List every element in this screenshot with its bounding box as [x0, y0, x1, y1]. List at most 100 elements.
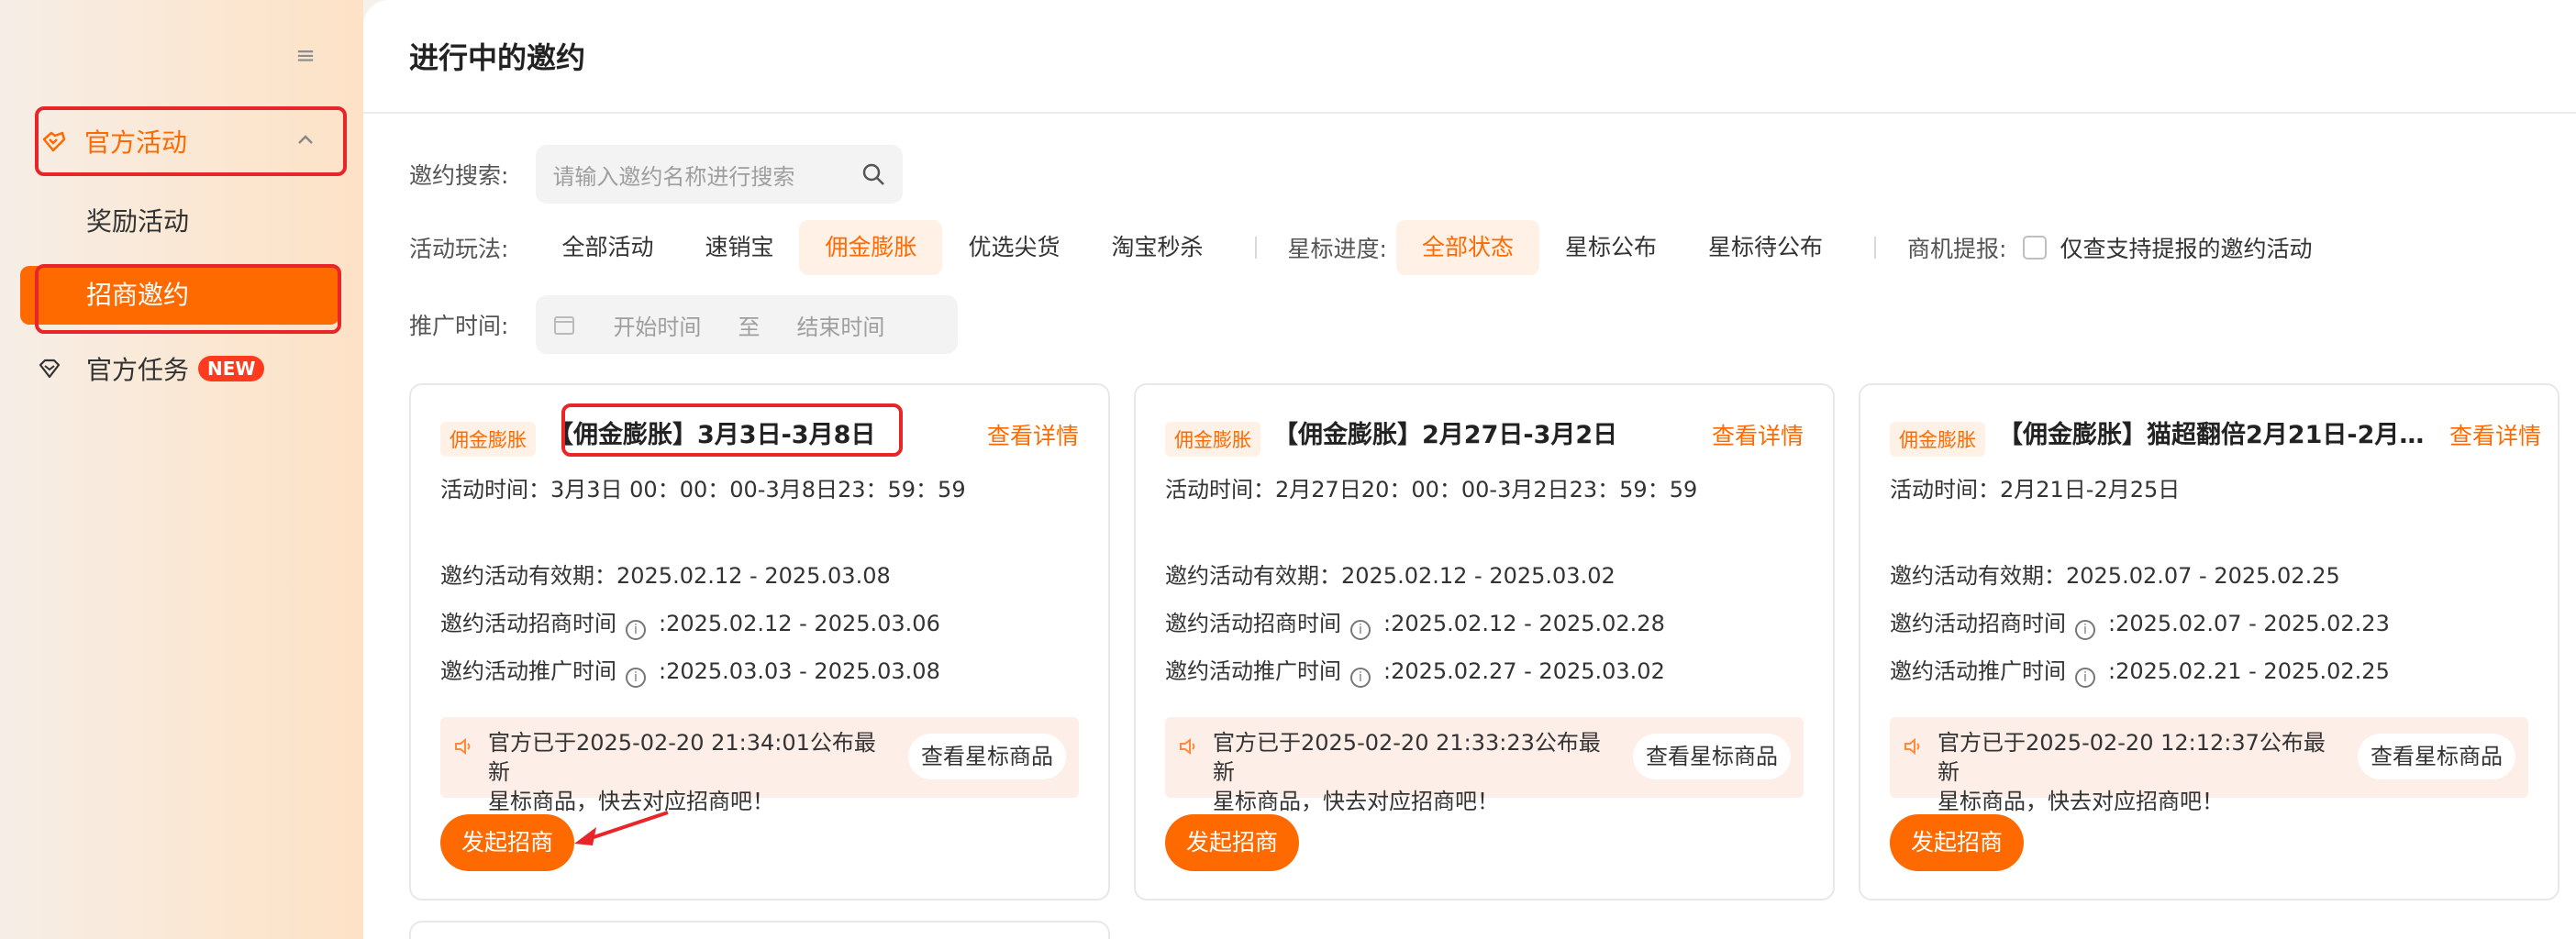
speaker-icon — [1904, 737, 1920, 756]
info-icon[interactable]: i — [626, 668, 646, 688]
recruit-value: 2025.02.12 - 2025.03.06 — [666, 611, 940, 636]
menu-collapse-icon[interactable]: ≡ — [292, 42, 319, 70]
valid-label: 邀约活动有效期： — [1165, 563, 1341, 589]
recruit-value: 2025.02.07 - 2025.02.23 — [2115, 611, 2390, 636]
valid-value: 2025.02.07 - 2025.02.25 — [2066, 563, 2340, 589]
star-notice: 官方已于2025-02-20 21:34:01公布最新 星标商品，快去对应招商吧… — [440, 717, 1079, 814]
recruit-label: 邀约活动招商时间 — [440, 611, 616, 636]
notice-text: 官方已于2025-02-20 12:12:37公布最新 星标商品，快去对应招商吧… — [1938, 728, 2332, 816]
activity-time: 活动时间：2月21日-2月25日 — [1890, 477, 2181, 503]
notice-line-1: 官方已于2025-02-20 21:34:01公布最新 — [488, 730, 876, 785]
promo-value: 2025.02.21 - 2025.02.25 — [2115, 658, 2390, 684]
view-details-link[interactable]: 查看详情 — [2449, 418, 2541, 451]
info-icon[interactable]: i — [626, 620, 646, 640]
chip-mode-commission[interactable]: 佣金膨胀 — [799, 220, 943, 275]
recruit-label: 邀约活动招商时间 — [1165, 611, 1341, 636]
valid-value: 2025.02.12 - 2025.03.02 — [1341, 563, 1616, 589]
divider — [1874, 237, 1876, 259]
date-range-picker[interactable]: 开始时间 至 结束时间 — [536, 295, 959, 354]
invitation-card: 佣金膨胀 【佣金膨胀】3月3日-3月8日 查看详情 活动时间：3月3日 00：0… — [409, 383, 1110, 900]
mode-label: 活动玩法: — [409, 236, 509, 262]
info-icon[interactable]: i — [1350, 668, 1371, 688]
notice-line-2: 星标商品，快去对应招商吧！ — [488, 789, 774, 814]
sidebar-item-label: 官方任务 — [86, 355, 190, 385]
calendar-icon — [554, 316, 575, 335]
info-icon[interactable]: i — [1350, 620, 1371, 640]
start-date-input[interactable]: 开始时间 — [613, 309, 701, 341]
biz-checkbox-label[interactable]: 仅查支持提报的邀约活动 — [2060, 231, 2312, 264]
recruit-label: 邀约活动招商时间 — [1890, 611, 2066, 636]
star-notice: 官方已于2025-02-20 21:33:23公布最新 星标商品，快去对应招商吧… — [1165, 717, 1804, 814]
notice-line-2: 星标商品，快去对应招商吧！ — [1213, 789, 1499, 814]
annotation-arrow — [574, 811, 669, 845]
recruit-period: 邀约活动招商时间 i:2025.02.12 - 2025.02.28 — [1165, 605, 1665, 640]
notice-text: 官方已于2025-02-20 21:34:01公布最新 星标商品，快去对应招商吧… — [488, 728, 883, 816]
invitation-card-partial — [409, 921, 1110, 939]
chip-star-pending[interactable]: 星标待公布 — [1682, 220, 1849, 275]
recruit-value: 2025.02.12 - 2025.02.28 — [1391, 611, 1665, 636]
filter-row-mode: 活动玩法: 全部活动 速销宝 佣金膨胀 优选尖货 淘宝秒杀 星标进度: 全部状态… — [409, 218, 2312, 277]
view-star-products-button[interactable]: 查看星标商品 — [908, 734, 1066, 779]
card-tag: 佣金膨胀 — [440, 422, 536, 457]
valid-value: 2025.02.12 - 2025.03.08 — [616, 563, 891, 589]
chip-star-published[interactable]: 星标公布 — [1539, 220, 1682, 275]
chip-mode-premium[interactable]: 优选尖货 — [942, 220, 1085, 275]
search-icon[interactable] — [861, 161, 886, 187]
speaker-icon — [455, 737, 471, 756]
sidebar-item-recruit-invitation[interactable]: 招商邀约 — [20, 266, 339, 325]
chip-star-all[interactable]: 全部状态 — [1395, 220, 1539, 275]
view-details-link[interactable]: 查看详情 — [1712, 418, 1804, 451]
star-label: 星标进度: — [1287, 236, 1387, 262]
launch-recruit-button[interactable]: 发起招商 — [440, 814, 574, 871]
divider — [1254, 237, 1257, 259]
promo-label: 邀约活动推广时间 — [1890, 658, 2066, 684]
search-placeholder: 请输入邀约名称进行搜索 — [552, 163, 795, 190]
notice-line-1: 官方已于2025-02-20 12:12:37公布最新 — [1938, 730, 2326, 785]
view-details-link[interactable]: 查看详情 — [987, 418, 1079, 451]
valid-period: 邀约活动有效期：2025.02.12 - 2025.03.02 — [1165, 558, 1616, 590]
valid-label: 邀约活动有效期： — [440, 563, 616, 589]
new-badge: NEW — [198, 356, 265, 381]
nav-group-official-activities[interactable]: 官方活动 — [37, 108, 343, 174]
view-star-products-button[interactable]: 查看星标商品 — [1633, 734, 1791, 779]
launch-recruit-button[interactable]: 发起招商 — [1890, 814, 2024, 871]
page-title: 进行中的邀约 — [363, 0, 2576, 114]
chip-mode-all[interactable]: 全部活动 — [536, 220, 679, 275]
biz-checkbox[interactable] — [2023, 236, 2048, 260]
info-icon[interactable]: i — [2075, 668, 2095, 688]
diamond-heart-icon — [39, 359, 61, 379]
nav-group-label: 官方活动 — [84, 127, 188, 158]
card-title: 【佣金膨胀】2月27日-3月2日 — [1273, 421, 1618, 449]
end-date-input[interactable]: 结束时间 — [796, 309, 884, 341]
search-input[interactable]: 请输入邀约名称进行搜索 — [536, 145, 904, 204]
card-title: 【佣金膨胀】3月3日-3月8日 — [549, 421, 876, 449]
promo-period: 邀约活动推广时间 i:2025.03.03 - 2025.03.08 — [440, 653, 940, 688]
launch-recruit-button[interactable]: 发起招商 — [1165, 814, 1299, 871]
info-icon[interactable]: i — [2075, 620, 2095, 640]
biz-label: 商机提报: — [1907, 236, 2007, 262]
chip-mode-flash-sale[interactable]: 淘宝秒杀 — [1086, 220, 1229, 275]
chip-mode-suxiaobao[interactable]: 速销宝 — [679, 220, 799, 275]
chevron-up-icon[interactable] — [295, 130, 316, 150]
sidebar-item-reward-activities[interactable]: 奖励活动 — [86, 202, 189, 238]
recruit-period: 邀约活动招商时间 i:2025.02.12 - 2025.03.06 — [440, 605, 940, 640]
search-label: 邀约搜索: — [409, 162, 509, 189]
card-title: 【佣金膨胀】猫超翻倍2月21日-2月25... — [1998, 421, 2438, 449]
valid-period: 邀约活动有效期：2025.02.12 - 2025.03.08 — [440, 558, 891, 590]
main-panel: 进行中的邀约 邀约搜索: 请输入邀约名称进行搜索 活动玩法: 全部活动 速销宝 … — [363, 0, 2576, 939]
filter-row-time: 推广时间: 开始时间 至 结束时间 — [409, 295, 959, 354]
valid-label: 邀约活动有效期： — [1890, 563, 2066, 589]
promo-value: 2025.02.27 - 2025.03.02 — [1391, 658, 1665, 684]
notice-line-2: 星标商品，快去对应招商吧！ — [1938, 789, 2224, 814]
activity-time: 活动时间：3月3日 00：00：00-3月8日23：59：59 — [440, 477, 966, 503]
sidebar: ≡ 官方活动 奖励活动 招商邀约 官方任务 NEW — [0, 0, 363, 939]
search-row: 邀约搜索: 请输入邀约名称进行搜索 — [409, 145, 904, 204]
notice-text: 官方已于2025-02-20 21:33:23公布最新 星标商品，快去对应招商吧… — [1213, 728, 1607, 816]
invitation-card: 佣金膨胀 【佣金膨胀】猫超翻倍2月21日-2月25... 查看详情 活动时间：2… — [1859, 383, 2559, 900]
date-separator: 至 — [738, 314, 761, 340]
sidebar-item-official-tasks[interactable]: 官方任务 NEW — [37, 347, 265, 391]
promo-period: 邀约活动推广时间 i:2025.02.27 - 2025.03.02 — [1165, 653, 1665, 688]
card-tag: 佣金膨胀 — [1165, 422, 1260, 457]
view-star-products-button[interactable]: 查看星标商品 — [2358, 734, 2515, 779]
handshake-icon — [42, 131, 66, 152]
